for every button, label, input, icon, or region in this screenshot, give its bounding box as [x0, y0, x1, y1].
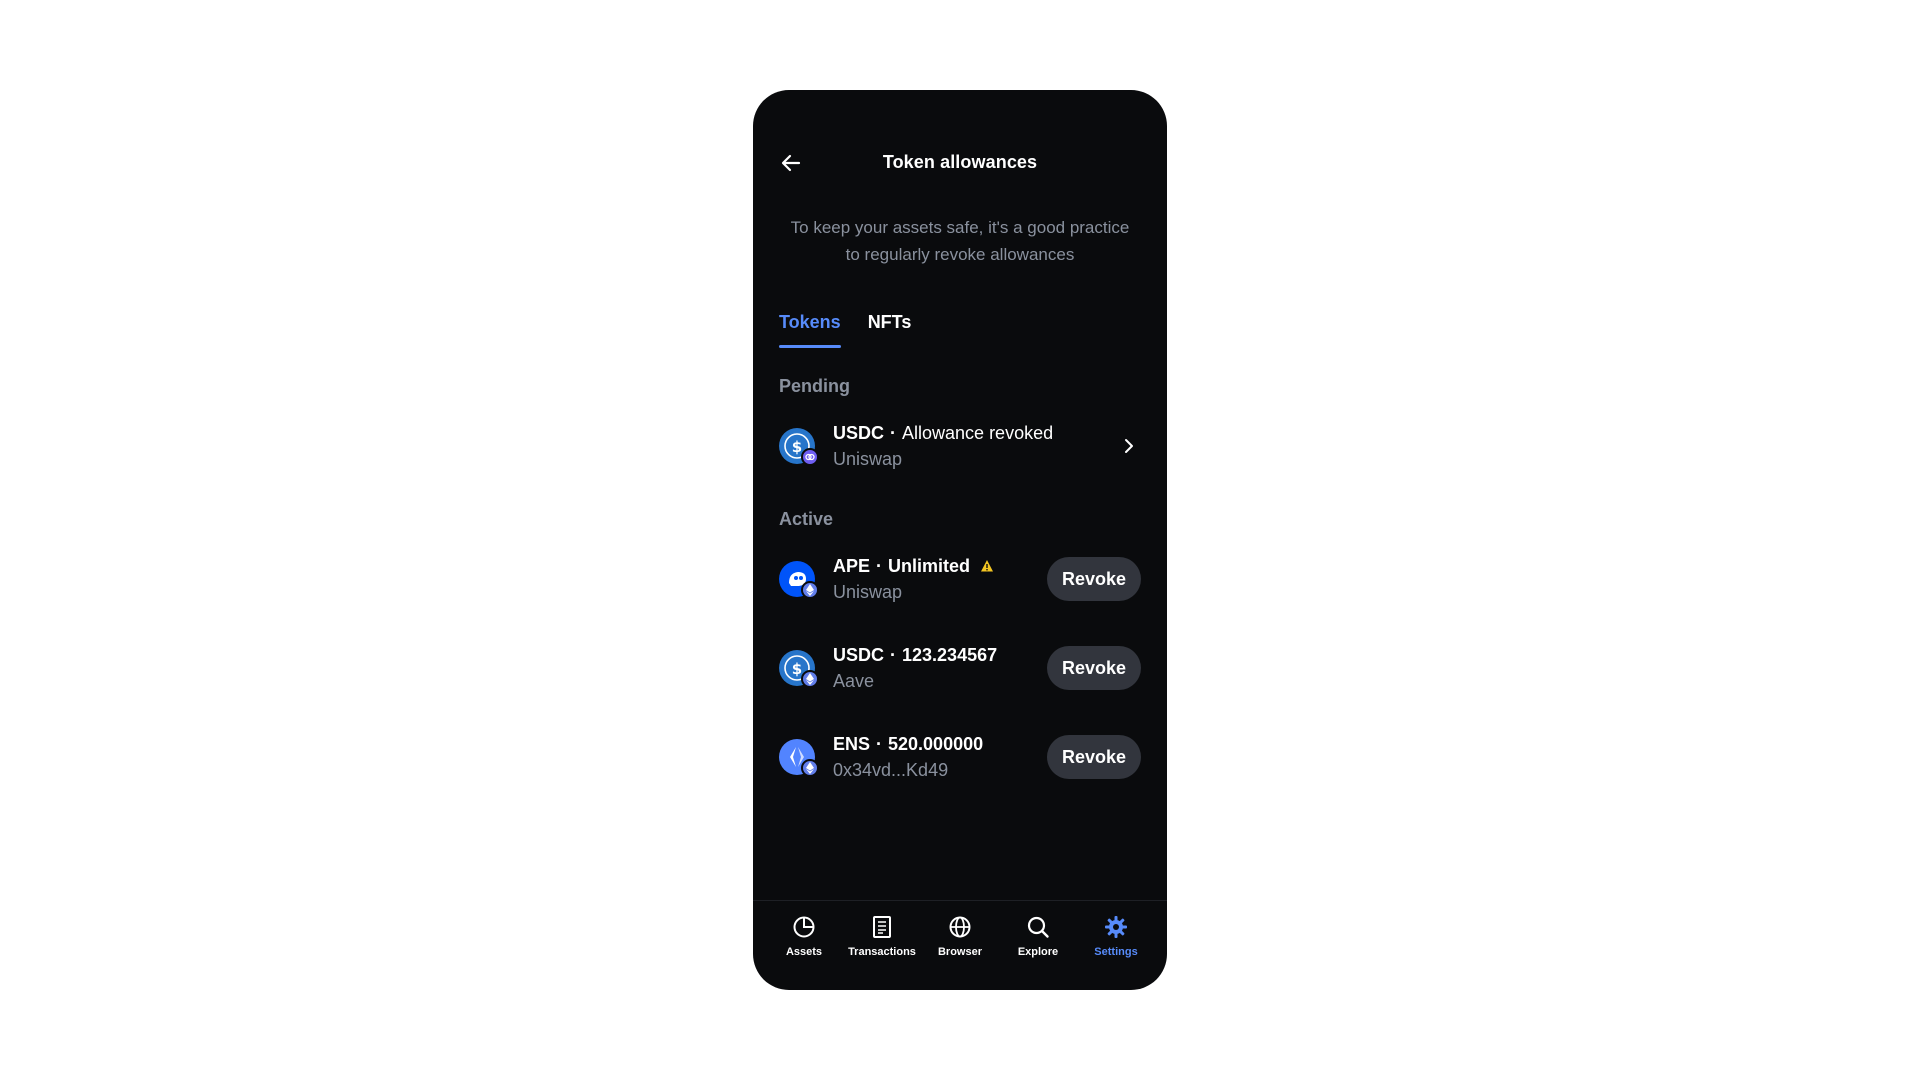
- document-icon: [868, 913, 896, 941]
- spender-name: Uniswap: [833, 449, 903, 469]
- nav-item-settings[interactable]: Settings: [1080, 913, 1152, 990]
- allowance-status: Allowance revoked: [902, 423, 1054, 443]
- tab-nfts[interactable]: NFTs: [868, 308, 912, 348]
- separator-dot: ·: [890, 423, 897, 443]
- ens-token: [779, 737, 819, 777]
- list-item-active-ape: APE · Unlimited Uniswap Revoke: [779, 549, 1141, 609]
- revoke-button[interactable]: Revoke: [1046, 646, 1141, 690]
- phone-screen: Token allowances To keep your assets saf…: [753, 90, 1167, 990]
- spender-address: 0x34vd...Kd49: [833, 760, 949, 780]
- spender-name: Uniswap: [833, 582, 903, 602]
- allowance-amount: Unlimited: [888, 556, 971, 576]
- section-label-pending: Pending: [779, 376, 850, 396]
- row-text: ENS · 520.000000 0x34vd...Kd49: [833, 731, 1047, 783]
- page-title: Token allowances: [882, 152, 1038, 172]
- pie-chart-icon: [790, 913, 818, 941]
- uniswap-icon: [801, 448, 819, 466]
- nav-item-assets[interactable]: Assets: [768, 913, 840, 990]
- spender-name: Aave: [833, 671, 875, 691]
- nav-label: Browser: [937, 946, 983, 958]
- allowance-amount: 520.000000: [888, 734, 984, 754]
- nav-label: Assets: [785, 946, 823, 958]
- nav-item-explore[interactable]: Explore: [1002, 913, 1074, 990]
- tab-tokens[interactable]: Tokens: [779, 308, 841, 348]
- usdc-token: $: [779, 426, 819, 466]
- ape-token: [779, 559, 819, 599]
- ethereum-icon: [801, 759, 819, 777]
- warning-icon: [980, 559, 994, 573]
- section-label-active: Active: [779, 509, 834, 529]
- token-symbol: USDC: [833, 645, 885, 665]
- tab-bar: Tokens NFTs: [779, 308, 1141, 348]
- ethereum-icon: [801, 670, 819, 688]
- page-subtitle: To keep your assets safe, it's a good pr…: [790, 218, 1130, 264]
- ethereum-icon: [801, 581, 819, 599]
- header: Token allowances: [753, 142, 1167, 184]
- nav-label: Settings: [1094, 946, 1138, 958]
- allowance-amount: 123.234567: [902, 645, 998, 665]
- row-text: APE · Unlimited Uniswap: [833, 553, 1047, 605]
- globe-icon: [946, 913, 974, 941]
- search-icon: [1024, 913, 1052, 941]
- row-text: USDC · 123.234567 Aave: [833, 642, 1047, 694]
- token-symbol: ENS: [833, 734, 871, 754]
- nav-item-transactions[interactable]: Transactions: [846, 913, 918, 990]
- row-text: USDC · Allowance revoked Uniswap: [833, 420, 1117, 472]
- nav-item-browser[interactable]: Browser: [924, 913, 996, 990]
- nav-label: Explore: [1017, 946, 1059, 958]
- token-symbol: USDC: [833, 423, 885, 443]
- list-item-active-ens: ENS · 520.000000 0x34vd...Kd49 Revoke: [779, 727, 1141, 787]
- list-item-pending-usdc[interactable]: $ USDC · Allowance revoked Uniswap: [779, 416, 1141, 476]
- bottom-nav: Assets Transactions Browser Explore Sett…: [753, 900, 1167, 990]
- nav-label: Transactions: [848, 946, 916, 958]
- usdc-token: $: [779, 648, 819, 688]
- chevron-right-icon[interactable]: [1117, 434, 1141, 458]
- separator-dot: ·: [890, 645, 897, 665]
- separator-dot: ·: [876, 734, 883, 754]
- separator-dot: ·: [876, 556, 883, 576]
- revoke-button[interactable]: Revoke: [1046, 557, 1141, 601]
- revoke-button[interactable]: Revoke: [1046, 735, 1141, 779]
- gear-icon: [1102, 913, 1130, 941]
- list-item-active-usdc: $ USDC · 123.234567 Aave Revoke: [779, 638, 1141, 698]
- token-symbol: APE: [833, 556, 871, 576]
